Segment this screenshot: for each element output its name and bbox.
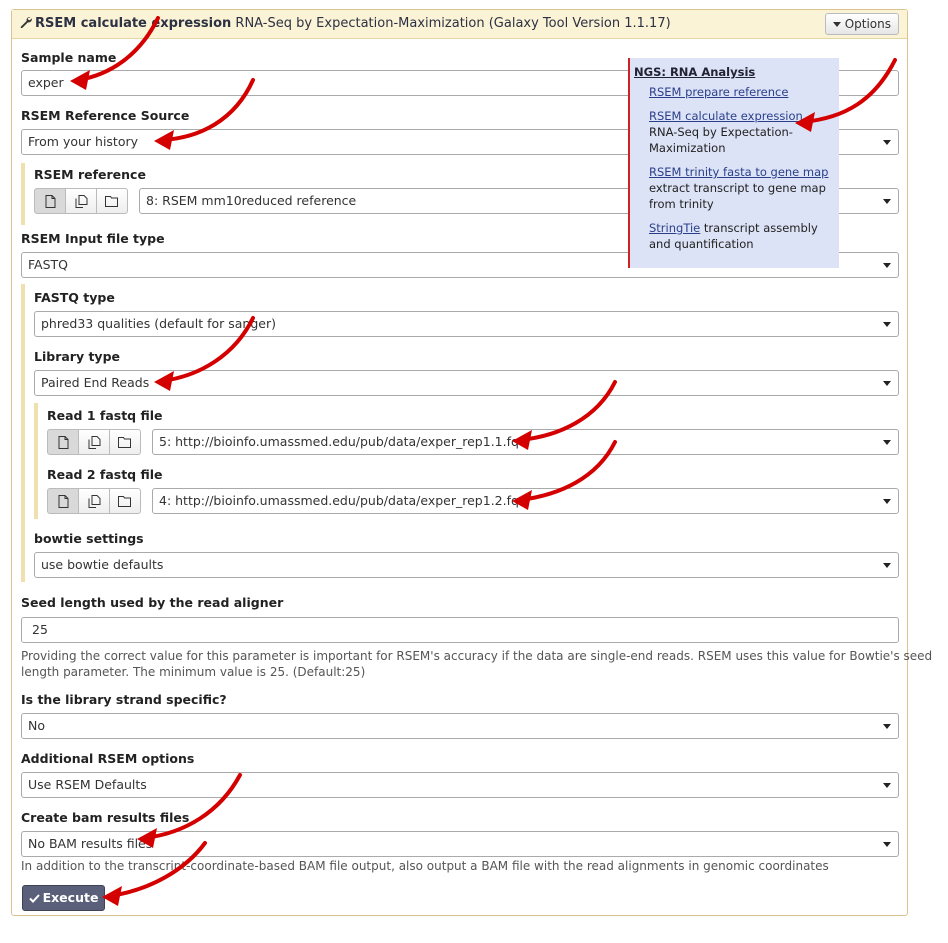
caret-down-icon xyxy=(883,563,891,568)
seed-length-label: Seed length used by the read aligner xyxy=(21,595,284,610)
caret-down-icon xyxy=(883,842,891,847)
fastq-section-border xyxy=(21,284,25,582)
additional-options-label: Additional RSEM options xyxy=(21,751,195,766)
read2-label: Read 2 fastq file xyxy=(47,467,163,482)
library-type-value: Paired End Reads xyxy=(41,375,150,390)
execute-button[interactable]: Execute xyxy=(22,885,105,911)
bowtie-settings-value: use bowtie defaults xyxy=(41,557,164,572)
folder-icon xyxy=(118,437,131,448)
single-dataset-button[interactable] xyxy=(34,188,66,214)
input-type-value: FASTQ xyxy=(28,257,69,272)
execute-label: Execute xyxy=(42,890,99,905)
tool-description: RNA-Seq by Expectation-Maximization (Gal… xyxy=(235,16,671,31)
read1-source-buttons xyxy=(47,429,141,455)
seed-length-input[interactable]: 25 xyxy=(21,617,899,643)
bam-value: No BAM results files xyxy=(28,836,153,851)
rsem-reference-label: RSEM reference xyxy=(34,167,146,182)
tool-menu-item: RSEM prepare reference xyxy=(649,84,835,100)
tool-desc: Maximization xyxy=(649,141,726,155)
rsem-reference-value: 8: RSEM mm10reduced reference xyxy=(146,193,357,208)
bam-select[interactable]: No BAM results files xyxy=(21,831,899,857)
sample-name-label: Sample name xyxy=(21,50,117,65)
multiple-datasets-button[interactable] xyxy=(65,188,97,214)
tool-menu-item: RSEM calculate expression RNA-Seq by Exp… xyxy=(649,108,835,156)
multiple-datasets-button[interactable] xyxy=(78,429,110,455)
tool-menu-popup: NGS: RNA Analysis RSEM prepare reference… xyxy=(628,58,839,268)
caret-down-icon xyxy=(883,322,891,327)
seed-help-line2: length parameter. The minimum value is 2… xyxy=(21,665,366,679)
reference-source-value: From your history xyxy=(28,134,139,149)
tool-section-heading: NGS: RNA Analysis xyxy=(634,65,756,79)
caret-down-icon xyxy=(883,381,891,386)
tool-title: RSEM calculate expression RNA-Seq by Exp… xyxy=(20,16,671,31)
reference-source-buttons xyxy=(34,188,128,214)
library-type-label: Library type xyxy=(34,349,121,364)
files-icon xyxy=(88,494,100,508)
caret-down-icon xyxy=(883,724,891,729)
multiple-datasets-button[interactable] xyxy=(78,488,110,514)
tool-menu-item: RSEM trinity fasta to gene map extract t… xyxy=(649,164,835,212)
collection-button[interactable] xyxy=(96,188,128,214)
caret-down-icon xyxy=(832,22,841,27)
reference-source-label: RSEM Reference Source xyxy=(21,108,190,123)
seed-help-line1: Providing the correct value for this par… xyxy=(21,649,933,663)
fastq-type-select[interactable]: phred33 qualities (default for sanger) xyxy=(34,311,899,337)
single-dataset-button[interactable] xyxy=(47,488,79,514)
tool-link-stringtie[interactable]: StringTie xyxy=(649,221,700,235)
paired-section-border xyxy=(34,403,38,519)
fastq-type-value: phred33 qualities (default for sanger) xyxy=(41,316,276,331)
tool-link-prepare-reference[interactable]: RSEM prepare reference xyxy=(649,85,788,99)
caret-down-icon xyxy=(883,783,891,788)
check-icon xyxy=(28,894,40,903)
file-icon xyxy=(58,494,68,508)
bam-label: Create bam results files xyxy=(21,810,190,825)
additional-options-value: Use RSEM Defaults xyxy=(28,777,147,792)
options-button[interactable]: Options xyxy=(824,13,899,35)
strand-label: Is the library strand specific? xyxy=(21,692,227,707)
files-icon xyxy=(88,435,100,449)
caret-down-icon xyxy=(883,440,891,445)
strand-value: No xyxy=(28,718,45,733)
tool-desc: extract transcript to gene map xyxy=(649,181,826,195)
tool-link-calculate-expression[interactable]: RSEM calculate expression xyxy=(649,109,803,123)
tool-desc: RNA-Seq by Expectation- xyxy=(649,125,793,139)
tool-desc: transcript assembly xyxy=(700,221,818,235)
tool-desc: from trinity xyxy=(649,197,714,211)
bowtie-settings-select[interactable]: use bowtie defaults xyxy=(34,552,899,578)
read2-select[interactable]: 4: http://bioinfo.umassmed.edu/pub/data/… xyxy=(152,488,899,514)
single-dataset-button[interactable] xyxy=(47,429,79,455)
input-type-label: RSEM Input file type xyxy=(21,231,165,246)
read2-source-buttons xyxy=(47,488,141,514)
collection-button[interactable] xyxy=(109,429,141,455)
reference-section-border xyxy=(21,163,25,225)
options-label: Options xyxy=(844,17,891,31)
folder-icon xyxy=(118,496,131,507)
library-type-select[interactable]: Paired End Reads xyxy=(34,370,899,396)
file-icon xyxy=(58,435,68,449)
caret-down-icon xyxy=(883,263,891,268)
wrench-icon xyxy=(20,17,32,28)
read2-value: 4: http://bioinfo.umassmed.edu/pub/data/… xyxy=(159,493,519,508)
additional-options-select[interactable]: Use RSEM Defaults xyxy=(21,772,899,798)
folder-icon xyxy=(105,196,118,207)
files-icon xyxy=(75,194,87,208)
caret-down-icon xyxy=(883,499,891,504)
read1-label: Read 1 fastq file xyxy=(47,408,163,423)
file-icon xyxy=(45,194,55,208)
caret-down-icon xyxy=(883,199,891,204)
tool-name: RSEM calculate expression xyxy=(35,16,232,31)
tool-link-trinity-gene-map[interactable]: RSEM trinity fasta to gene map xyxy=(649,165,828,179)
bowtie-settings-label: bowtie settings xyxy=(34,531,144,546)
fastq-type-label: FASTQ type xyxy=(34,290,115,305)
caret-down-icon xyxy=(883,140,891,145)
tool-desc: and quantification xyxy=(649,237,754,251)
read1-value: 5: http://bioinfo.umassmed.edu/pub/data/… xyxy=(159,434,519,449)
tool-menu-item: StringTie transcript assembly and quanti… xyxy=(649,220,835,252)
read1-select[interactable]: 5: http://bioinfo.umassmed.edu/pub/data/… xyxy=(152,429,899,455)
collection-button[interactable] xyxy=(109,488,141,514)
bam-help: In addition to the transcript-coordinate… xyxy=(21,859,829,873)
tool-header: RSEM calculate expression RNA-Seq by Exp… xyxy=(12,10,907,39)
strand-select[interactable]: No xyxy=(21,713,899,739)
